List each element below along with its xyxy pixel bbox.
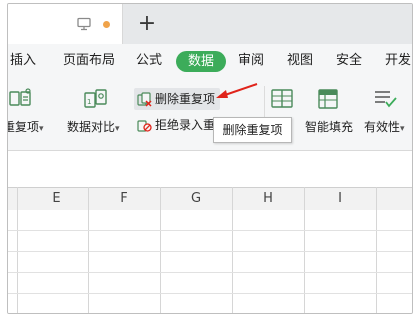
menu-page-layout[interactable]: 页面布局 <box>63 52 115 70</box>
menu-review[interactable]: 审阅 <box>238 52 264 70</box>
highlight-duplicates-icon[interactable] <box>8 87 34 111</box>
cell-grid[interactable] <box>8 210 412 313</box>
data-compare-icon[interactable]: 1 <box>82 87 110 113</box>
chevron-down-icon: ▾ <box>39 124 44 134</box>
column-header-g[interactable]: G <box>160 188 232 210</box>
grid-line <box>8 293 412 294</box>
validity-label: 有效性 <box>364 120 401 134</box>
validity-icon[interactable] <box>372 87 398 111</box>
document-tab[interactable] <box>8 4 123 44</box>
chevron-down-icon: ▾ <box>115 124 120 134</box>
data-compare-button[interactable]: 数据对比▾ <box>67 119 120 137</box>
column-header-h[interactable]: H <box>232 188 304 210</box>
menu-view[interactable]: 视图 <box>287 52 313 70</box>
column-header-f[interactable]: F <box>88 188 160 210</box>
chevron-down-icon: ▾ <box>400 124 405 134</box>
grid-line <box>376 187 377 313</box>
unsaved-dot-icon <box>103 21 110 28</box>
grid-line <box>304 187 305 313</box>
remove-duplicates-icon <box>137 92 152 107</box>
grid-line <box>160 187 161 313</box>
grid-line <box>232 187 233 313</box>
column-header-row: E F G H I <box>8 187 412 211</box>
smart-fill-icon[interactable] <box>316 87 340 111</box>
column-header-i[interactable]: I <box>304 188 376 210</box>
grid-line <box>8 230 412 231</box>
menu-security[interactable]: 安全 <box>336 52 362 70</box>
new-tab-button[interactable]: + <box>135 12 159 36</box>
reject-duplicates-icon <box>137 118 152 133</box>
formula-area <box>8 150 412 188</box>
reject-duplicates-button[interactable]: 拒绝录入重 <box>134 114 220 136</box>
text-to-columns-icon[interactable] <box>270 87 294 111</box>
validity-button[interactable]: 有效性▾ <box>364 119 405 137</box>
highlight-duplicates-label: 重复项 <box>8 120 40 134</box>
remove-duplicates-label: 删除重复项 <box>155 92 216 106</box>
spreadsheet-window: + 插入 页面布局 公式 数据 审阅 视图 安全 开发 重复项▾ <box>7 3 413 314</box>
remove-duplicates-button[interactable]: 删除重复项 <box>134 88 220 110</box>
tab-strip: + <box>8 4 412 44</box>
menu-developer[interactable]: 开发 <box>385 52 411 70</box>
data-compare-label: 数据对比 <box>67 120 116 134</box>
red-arrow-icon <box>213 81 259 101</box>
reject-duplicates-label: 拒绝录入重 <box>155 118 216 132</box>
column-header-e[interactable]: E <box>17 188 96 210</box>
grid-line <box>8 272 412 273</box>
data-toolbar: 重复项▾ 1 数据对比▾ 删除重复项 <box>8 78 412 150</box>
menu-bar: 插入 页面布局 公式 数据 审阅 视图 安全 开发 <box>8 44 412 78</box>
menu-insert[interactable]: 插入 <box>10 52 36 70</box>
grid-line <box>88 187 89 313</box>
svg-text:1: 1 <box>87 98 91 106</box>
monitor-icon[interactable] <box>77 17 91 31</box>
tooltip: 删除重复项 <box>213 117 292 143</box>
menu-formula[interactable]: 公式 <box>136 52 162 70</box>
smart-fill-label[interactable]: 智能填充 <box>305 119 353 135</box>
highlight-duplicates-button[interactable]: 重复项▾ <box>8 119 44 137</box>
grid-line <box>17 187 18 313</box>
menu-data[interactable]: 数据 <box>176 51 226 72</box>
grid-line <box>8 251 412 252</box>
